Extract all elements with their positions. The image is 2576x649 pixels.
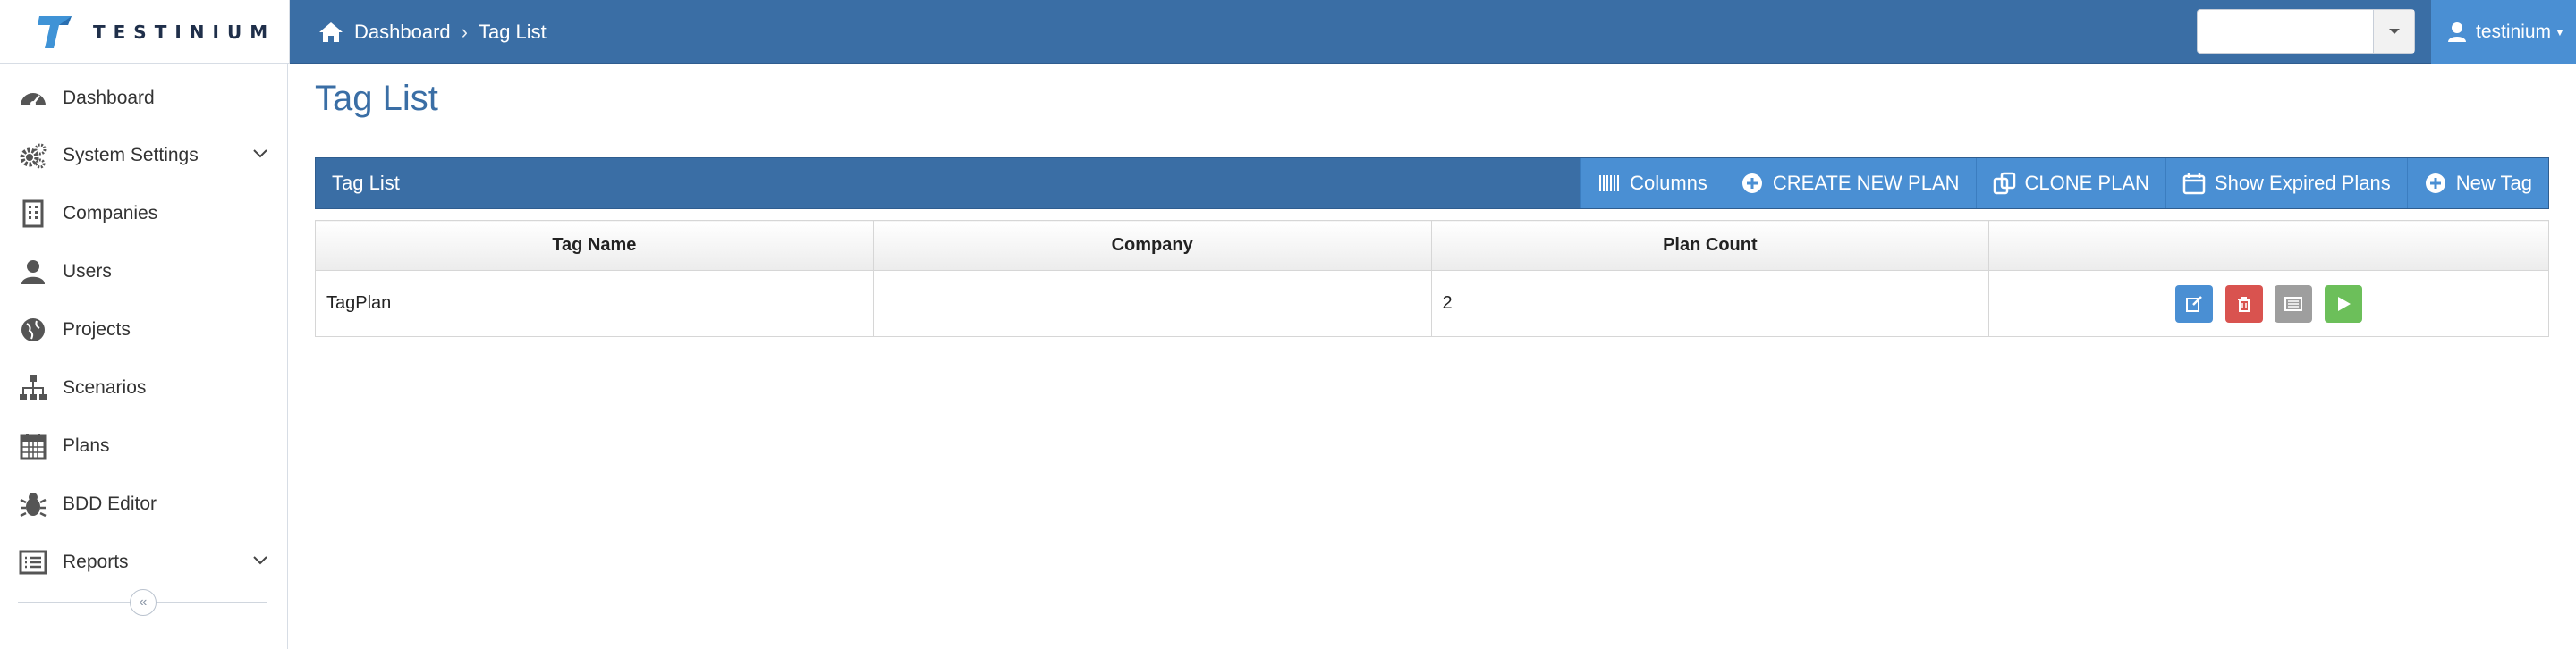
plus-circle-icon — [1741, 173, 1762, 193]
details-button[interactable] — [2275, 284, 2313, 323]
panel-title: Tag List — [332, 172, 400, 194]
calendar-icon — [18, 431, 48, 461]
panel-toolbar: Columns CREATE NEW PLAN CLONE PLAN Show … — [1580, 158, 2548, 208]
sidebar-item-label: Scenarios — [63, 377, 147, 398]
sidebar-item-label: Users — [63, 261, 112, 282]
table-row[interactable]: TagPlan 2 — [315, 270, 2549, 337]
sidebar-item-projects[interactable]: Projects — [0, 303, 288, 357]
cell-plan-count: 2 — [1430, 270, 1990, 337]
sidebar-item-label: Plans — [63, 435, 110, 456]
columns-icon — [1599, 175, 1620, 191]
edit-button[interactable] — [2175, 284, 2214, 323]
calendar-icon — [2182, 173, 2206, 195]
breadcrumb: Dashboard › Tag List — [318, 0, 547, 64]
sidebar-item-label: Dashboard — [63, 88, 155, 108]
list-alt-icon — [2284, 296, 2303, 311]
sidebar-item-dashboard[interactable]: Dashboard — [0, 72, 288, 125]
globe-icon — [18, 315, 48, 345]
brand-wordmark: TESTINIUM — [93, 21, 276, 43]
sidebar-item-label: System Settings — [63, 145, 199, 165]
columns-button[interactable]: Columns — [1580, 158, 1724, 208]
clone-plan-label: CLONE PLAN — [2024, 172, 2149, 194]
trash-icon — [2237, 296, 2250, 312]
breadcrumb-current: Tag List — [478, 21, 547, 43]
chevron-down-icon[interactable] — [252, 555, 268, 566]
sidebar-item-label: Reports — [63, 552, 129, 572]
new-tag-button[interactable]: New Tag — [2406, 158, 2548, 208]
table-header-row: Tag Name Company Plan Count — [315, 220, 2549, 271]
sidebar-item-label: Projects — [63, 319, 131, 340]
clone-icon — [1993, 172, 2015, 195]
sidebar: Dashboard System Settings Companies User… — [0, 64, 288, 649]
breadcrumb-separator: › — [461, 21, 468, 43]
home-icon[interactable] — [318, 21, 343, 44]
list-icon — [18, 547, 48, 577]
column-header-tag-name[interactable]: Tag Name — [315, 220, 874, 271]
cell-tag-name: TagPlan — [315, 270, 874, 337]
sidebar-item-plans[interactable]: Plans — [0, 419, 288, 473]
play-icon — [2337, 296, 2351, 311]
page-title: Tag List — [315, 79, 438, 118]
user-icon — [18, 257, 48, 287]
sidebar-item-companies[interactable]: Companies — [0, 187, 288, 240]
tag-table: Tag Name Company Plan Count TagPlan 2 — [315, 220, 2549, 337]
project-select[interactable] — [2197, 9, 2415, 54]
clone-plan-button[interactable]: CLONE PLAN — [1975, 158, 2165, 208]
chevron-down-icon[interactable] — [252, 148, 268, 159]
sidebar-item-users[interactable]: Users — [0, 245, 288, 299]
delete-button[interactable] — [2224, 284, 2263, 323]
cell-company — [872, 270, 1432, 337]
create-new-plan-button[interactable]: CREATE NEW PLAN — [1723, 158, 1976, 208]
plus-circle-icon — [2425, 173, 2445, 193]
top-navbar: TESTINIUM Dashboard › Tag List testinium… — [0, 0, 2576, 64]
building-icon — [18, 198, 48, 229]
caret-down-icon: ▼ — [2555, 26, 2565, 38]
sidebar-item-reports[interactable]: Reports — [0, 535, 288, 589]
show-expired-plans-label: Show Expired Plans — [2214, 172, 2391, 194]
dashboard-icon — [18, 83, 48, 114]
edit-icon — [2186, 295, 2203, 312]
sidebar-item-label: BDD Editor — [63, 493, 157, 514]
column-header-company[interactable]: Company — [872, 220, 1432, 271]
columns-label: Columns — [1630, 172, 1707, 194]
user-menu-button[interactable]: testinium ▼ — [2431, 0, 2576, 64]
brand-logo[interactable]: TESTINIUM — [0, 0, 290, 64]
user-icon — [2448, 22, 2466, 42]
show-expired-plans-button[interactable]: Show Expired Plans — [2165, 158, 2407, 208]
column-header-plan-count[interactable]: Plan Count — [1430, 220, 1990, 271]
testinium-logo-icon — [38, 15, 72, 48]
cogs-icon — [18, 140, 48, 171]
user-name: testinium — [2476, 21, 2552, 42]
sidebar-item-system-settings[interactable]: System Settings — [0, 129, 288, 182]
sidebar-item-scenarios[interactable]: Scenarios — [0, 361, 288, 415]
collapse-sidebar-icon[interactable]: « — [130, 589, 157, 616]
bug-icon — [18, 489, 48, 519]
new-tag-label: New Tag — [2455, 172, 2532, 194]
column-header-actions — [1988, 220, 2549, 271]
chevron-down-icon[interactable] — [2373, 10, 2414, 53]
create-new-plan-label: CREATE NEW PLAN — [1772, 172, 1960, 194]
panel-header: Tag List Columns CREATE NEW PLAN CLONE P… — [315, 157, 2549, 209]
row-actions — [1988, 270, 2549, 337]
breadcrumb-dashboard-link[interactable]: Dashboard — [354, 21, 451, 44]
sitemap-icon — [18, 373, 48, 403]
run-button[interactable] — [2324, 284, 2362, 323]
sidebar-item-bdd-editor[interactable]: BDD Editor — [0, 477, 288, 531]
sidebar-item-label: Companies — [63, 203, 158, 223]
